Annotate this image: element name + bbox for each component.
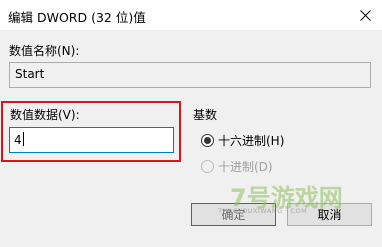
title-bar: 编辑 DWORD (32 位)值	[0, 0, 382, 30]
value-name-field[interactable]: Start	[9, 62, 371, 88]
watermark-sub-text: THAOYOUXIWANG · COM	[218, 207, 308, 215]
value-data-input[interactable]: 4	[9, 127, 174, 153]
base-group-label: 基数	[193, 108, 218, 122]
radio-decimal[interactable]: 十进制(D)	[201, 158, 273, 175]
radio-unselected-icon	[201, 160, 214, 173]
radio-hexadecimal-label: 十六进制(H)	[218, 134, 285, 148]
window-title: 编辑 DWORD (32 位)值	[8, 10, 146, 25]
value-name-text: Start	[15, 67, 45, 81]
radio-selected-icon	[201, 134, 214, 147]
radio-hexadecimal[interactable]: 十六进制(H)	[201, 132, 284, 149]
close-icon	[359, 9, 371, 21]
value-name-label: 数值名称(N):	[9, 44, 80, 58]
value-data-label: 数值数据(V):	[10, 108, 80, 122]
close-button[interactable]	[348, 0, 382, 30]
value-data-text: 4	[14, 133, 22, 147]
text-caret	[22, 132, 24, 146]
radio-decimal-label: 十进制(D)	[218, 160, 273, 174]
watermark-logo: 7号游戏网 THAOYOUXIWANG · COM	[218, 178, 348, 233]
